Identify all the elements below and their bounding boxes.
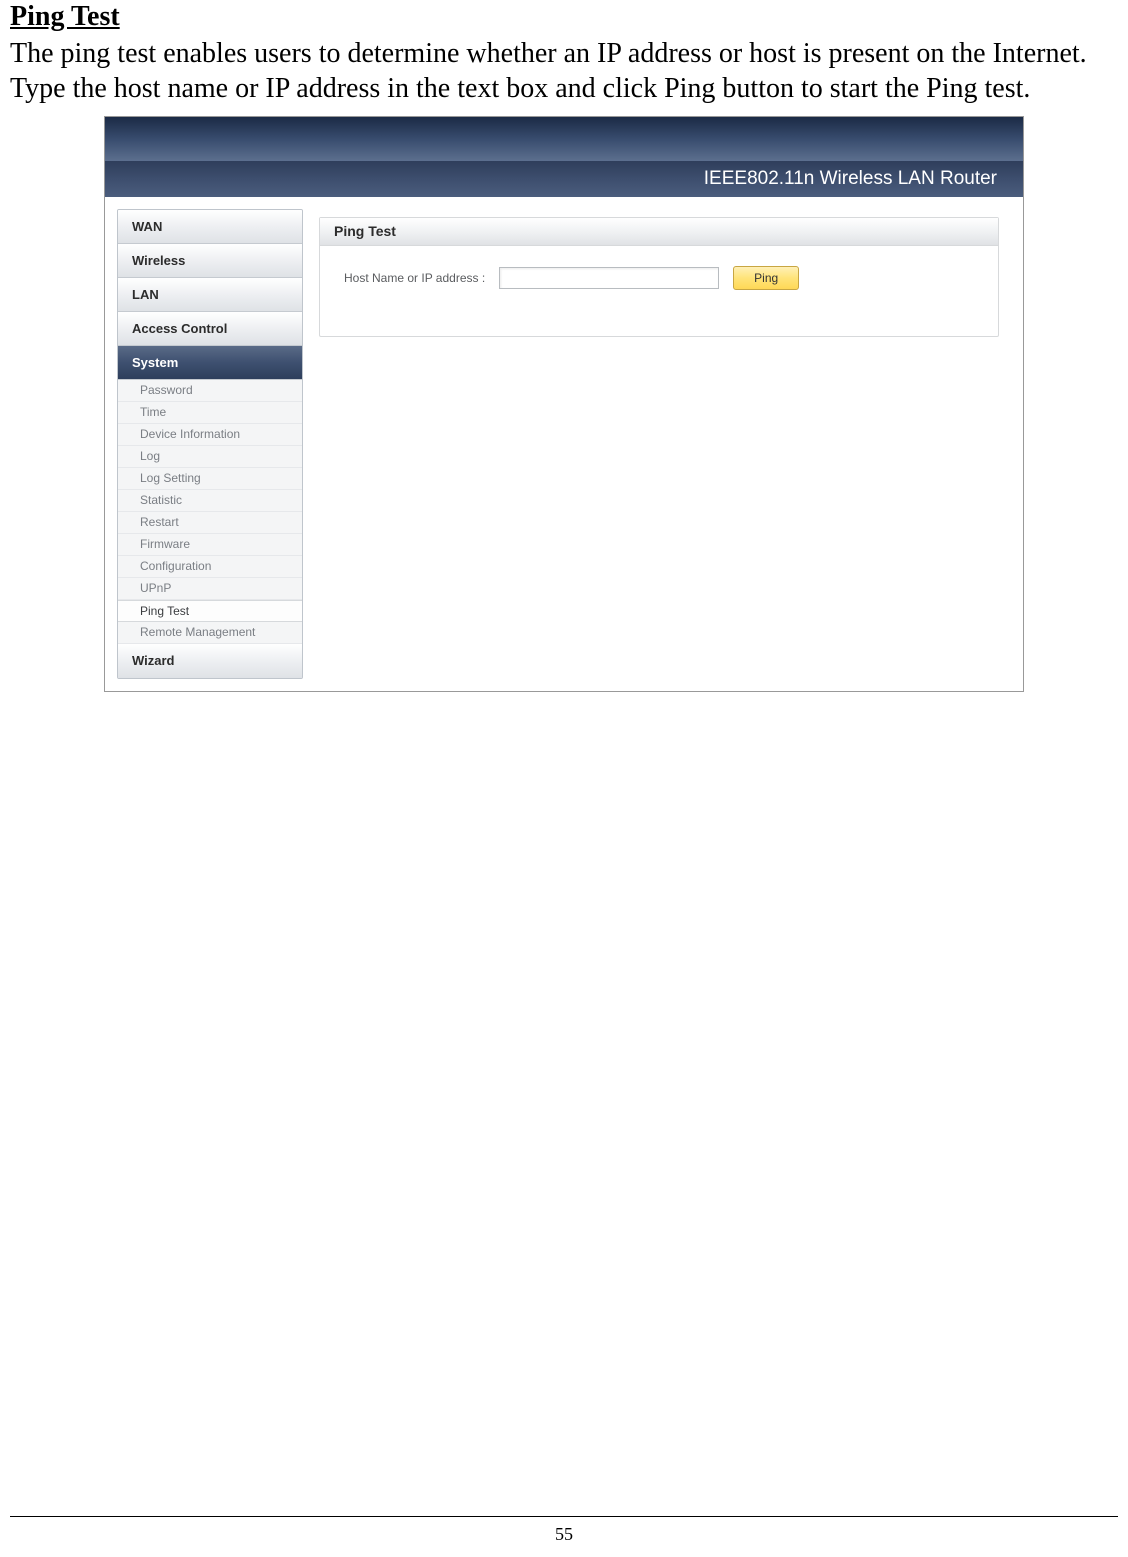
panel-title: Ping Test <box>320 218 998 246</box>
nav-box: WAN Wireless LAN Access Control System P… <box>117 209 303 679</box>
top-banner-gradient <box>105 117 1023 161</box>
footer-divider <box>10 1516 1118 1517</box>
sub-item-device-info[interactable]: Device Information <box>118 424 302 446</box>
sub-item-ping-test[interactable]: Ping Test <box>118 600 302 622</box>
ping-button[interactable]: Ping <box>733 266 799 290</box>
nav-item-lan[interactable]: LAN <box>118 278 302 312</box>
section-paragraph: The ping test enables users to determine… <box>10 36 1118 106</box>
sub-item-log-setting[interactable]: Log Setting <box>118 468 302 490</box>
nav-item-system[interactable]: System <box>118 346 302 380</box>
sub-item-remote-mgmt[interactable]: Remote Management <box>118 622 302 644</box>
sub-item-upnp[interactable]: UPnP <box>118 578 302 600</box>
router-title-text: IEEE802.11n Wireless LAN Router <box>704 168 997 190</box>
router-window: IEEE802.11n Wireless LAN Router WAN Wire… <box>104 116 1024 692</box>
router-body: WAN Wireless LAN Access Control System P… <box>105 197 1023 691</box>
sub-item-configuration[interactable]: Configuration <box>118 556 302 578</box>
sub-item-password[interactable]: Password <box>118 380 302 402</box>
sub-item-statistic[interactable]: Statistic <box>118 490 302 512</box>
host-ip-input[interactable] <box>499 267 719 289</box>
nav-item-wizard[interactable]: Wizard <box>118 644 302 678</box>
nav-item-wan[interactable]: WAN <box>118 210 302 244</box>
panel-body: Host Name or IP address : Ping <box>320 246 998 336</box>
router-screenshot: IEEE802.11n Wireless LAN Router WAN Wire… <box>10 116 1118 692</box>
ping-test-panel: Ping Test Host Name or IP address : Ping <box>319 217 999 337</box>
host-ip-label: Host Name or IP address : <box>344 271 485 285</box>
nav-item-access-control[interactable]: Access Control <box>118 312 302 346</box>
content-area: Ping Test Host Name or IP address : Ping <box>303 197 1023 691</box>
page-number: 55 <box>0 1524 1128 1545</box>
sidebar: WAN Wireless LAN Access Control System P… <box>105 197 303 691</box>
sub-item-log[interactable]: Log <box>118 446 302 468</box>
router-title-bar: IEEE802.11n Wireless LAN Router <box>105 161 1023 197</box>
section-heading: Ping Test <box>10 0 1118 34</box>
sub-item-time[interactable]: Time <box>118 402 302 424</box>
sub-item-firmware[interactable]: Firmware <box>118 534 302 556</box>
sub-item-restart[interactable]: Restart <box>118 512 302 534</box>
system-submenu: Password Time Device Information Log Log… <box>118 380 302 644</box>
nav-item-wireless[interactable]: Wireless <box>118 244 302 278</box>
